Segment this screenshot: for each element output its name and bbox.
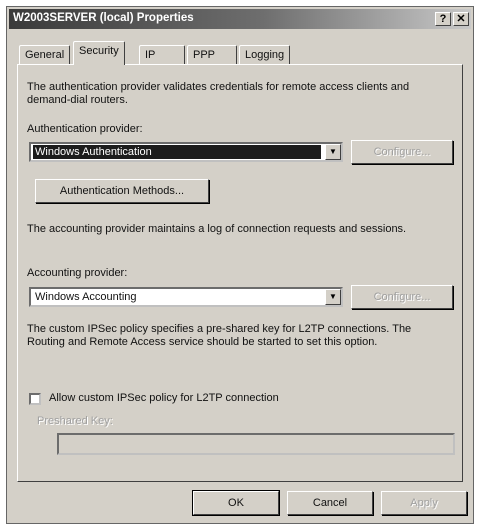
auth-configure-button[interactable]: Configure... — [351, 140, 453, 164]
tab-security[interactable]: Security — [73, 41, 125, 65]
auth-provider-value: Windows Authentication — [33, 145, 321, 159]
accounting-description: The accounting provider maintains a log … — [27, 223, 407, 235]
properties-dialog: W2003SERVER (local) Properties ? ✕ Gener… — [6, 6, 474, 524]
accounting-provider-value: Windows Accounting — [35, 291, 137, 303]
cancel-button[interactable]: Cancel — [287, 491, 373, 515]
tab-general[interactable]: General — [19, 45, 71, 64]
accounting-provider-label: Accounting provider: — [27, 267, 128, 279]
help-button[interactable]: ? — [435, 12, 451, 26]
chevron-down-icon[interactable]: ▼ — [325, 289, 341, 305]
auth-provider-select[interactable]: Windows Authentication ▼ — [29, 142, 343, 162]
chevron-down-icon[interactable]: ▼ — [325, 144, 341, 160]
ipsec-checkbox-label[interactable]: Allow custom IPSec policy for L2TP conne… — [49, 392, 429, 405]
tab-ppp[interactable]: PPP — [187, 45, 237, 64]
tab-logging[interactable]: Logging — [239, 45, 291, 64]
preshared-key-input[interactable] — [57, 433, 455, 455]
close-button[interactable]: ✕ — [453, 12, 469, 26]
ipsec-description: The custom IPSec policy specifies a pre-… — [27, 323, 412, 348]
auth-provider-label: Authentication provider: — [27, 123, 143, 135]
auth-description: The authentication provider validates cr… — [27, 81, 410, 106]
tab-ip[interactable]: IP — [139, 45, 185, 64]
ok-button[interactable]: OK — [192, 490, 280, 516]
accounting-provider-select[interactable]: Windows Accounting ▼ — [29, 287, 343, 307]
ipsec-checkbox[interactable] — [29, 393, 41, 405]
title-bar: W2003SERVER (local) Properties ? ✕ — [9, 9, 471, 29]
preshared-key-label: Preshared Key: — [37, 415, 113, 427]
apply-button[interactable]: Apply — [381, 491, 467, 515]
authentication-methods-button[interactable]: Authentication Methods... — [35, 179, 209, 203]
window-title: W2003SERVER (local) Properties — [13, 12, 194, 24]
tab-strip: General Security IP PPP Logging — [17, 41, 463, 65]
accounting-configure-button[interactable]: Configure... — [351, 285, 453, 309]
